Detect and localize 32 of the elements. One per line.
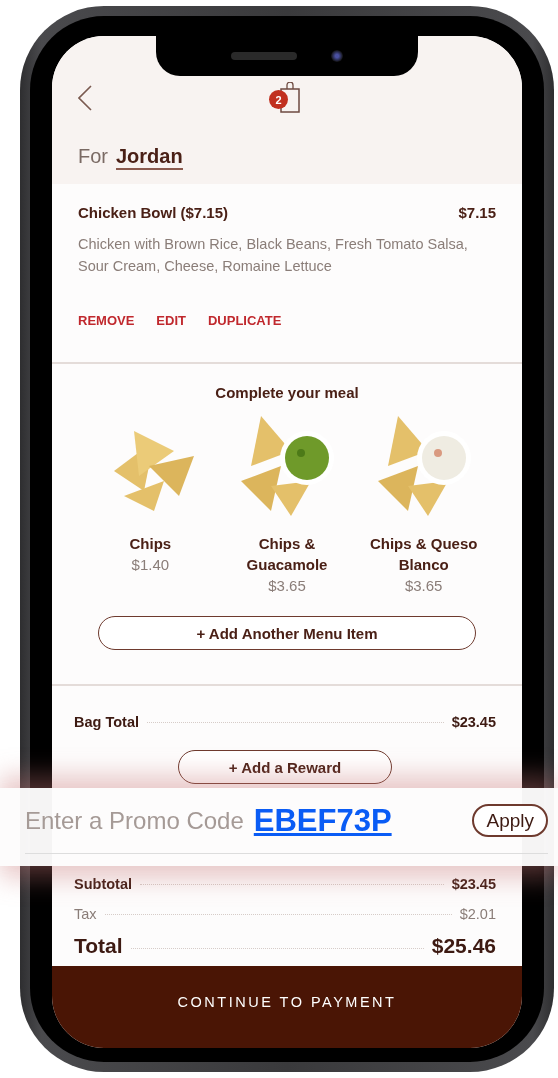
continue-to-payment-button[interactable]: CONTINUE TO PAYMENT [52, 966, 522, 1048]
bag-total-value: $23.45 [451, 714, 496, 730]
bag-icon[interactable] [280, 82, 300, 113]
summary-value: $25.46 [431, 934, 496, 958]
promo-field-hint: Enter a Promo Code [25, 806, 244, 835]
summary-value: $23.45 [451, 876, 496, 892]
item-description: Chicken with Brown Rice, Black Beans, Fresh Tomato Salsa, Sour Cream, Cheese, Romaine Lettuce [78, 235, 469, 276]
add-menu-item-button[interactable]: + Add Another Menu Item [98, 616, 476, 650]
bag-total-label: Bag Total [74, 714, 139, 730]
item-price: $7.15 [458, 204, 496, 221]
upsell-item-price: $3.65 [268, 576, 306, 596]
back-icon[interactable] [78, 85, 92, 111]
upsell-title: Complete your meal [214, 384, 360, 401]
cart-count-badge: 2 [269, 90, 288, 109]
upsell-item-name[interactable]: Chips [129, 533, 172, 554]
upsell-item-price: $1.40 [131, 555, 170, 575]
upsell-item-name[interactable]: Chips & Guacamole [223, 533, 351, 575]
add-reward-button[interactable]: + Add a Reward [178, 750, 392, 784]
summary-label: Tax [74, 906, 97, 922]
apply-button[interactable]: Apply [472, 804, 548, 837]
item-name: Chicken Bowl ($7.15) [78, 204, 229, 221]
summary-label: Total [74, 934, 123, 958]
item-action-link[interactable]: DUPLICATE [207, 313, 282, 328]
for-label: For [78, 145, 108, 168]
summary-label: Subtotal [74, 876, 132, 892]
recipient-name[interactable]: Jordan [116, 144, 183, 170]
upsell-item-price: $3.65 [404, 576, 443, 596]
summary-value: $2.01 [459, 906, 496, 922]
item-action-link[interactable]: EDIT [156, 313, 186, 328]
upsell-item-name[interactable]: Chips & Queso Blanco [359, 533, 488, 575]
item-action-link[interactable]: REMOVE [78, 313, 135, 328]
promo-code-link[interactable]: EBEF73P [253, 802, 392, 839]
